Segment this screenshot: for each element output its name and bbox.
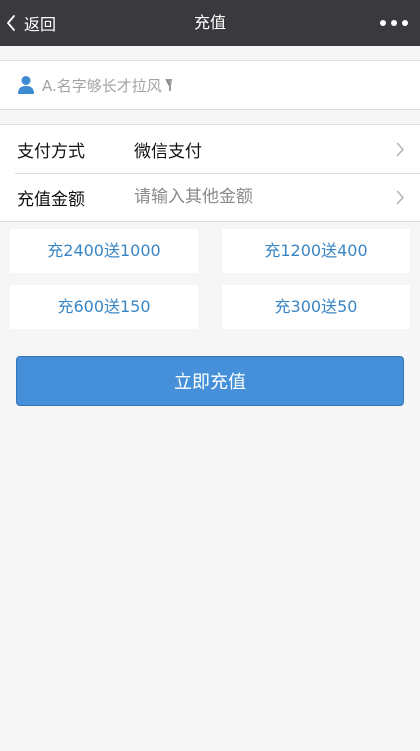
- navigation-bar: 返回 充值: [0, 0, 420, 46]
- user-name: A.名字够长才拉风: [42, 76, 162, 95]
- recharge-now-button[interactable]: 立即充值: [16, 356, 404, 406]
- more-menu-button[interactable]: [380, 0, 408, 46]
- payment-method-value: 微信支付: [134, 141, 202, 162]
- more-dot-icon: [391, 20, 397, 26]
- page-title: 充值: [193, 13, 226, 32]
- payment-method-row[interactable]: 支付方式 微信支付: [0, 125, 420, 173]
- recharge-form: 支付方式 微信支付 充值金额: [0, 124, 420, 222]
- amount-options: 充2400送1000 充1200送400 充600送150 充300送50: [0, 229, 420, 329]
- amount-label: 充值金额: [17, 189, 85, 210]
- amount-input[interactable]: [134, 187, 420, 207]
- user-info-row: A.名字够长才拉风: [0, 60, 420, 110]
- chevron-right-icon: [396, 142, 404, 157]
- more-dot-icon: [402, 20, 408, 26]
- amount-row[interactable]: 充值金额: [0, 173, 420, 221]
- person-icon: [18, 76, 34, 94]
- chevron-right-icon: [396, 190, 404, 205]
- amount-option[interactable]: 充2400送1000: [10, 229, 198, 273]
- payment-method-label: 支付方式: [17, 141, 85, 162]
- amount-option[interactable]: 充300送50: [222, 285, 410, 329]
- amount-option[interactable]: 充1200送400: [222, 229, 410, 273]
- microphone-icon: [165, 78, 172, 91]
- more-dot-icon: [380, 20, 386, 26]
- amount-option[interactable]: 充600送150: [10, 285, 198, 329]
